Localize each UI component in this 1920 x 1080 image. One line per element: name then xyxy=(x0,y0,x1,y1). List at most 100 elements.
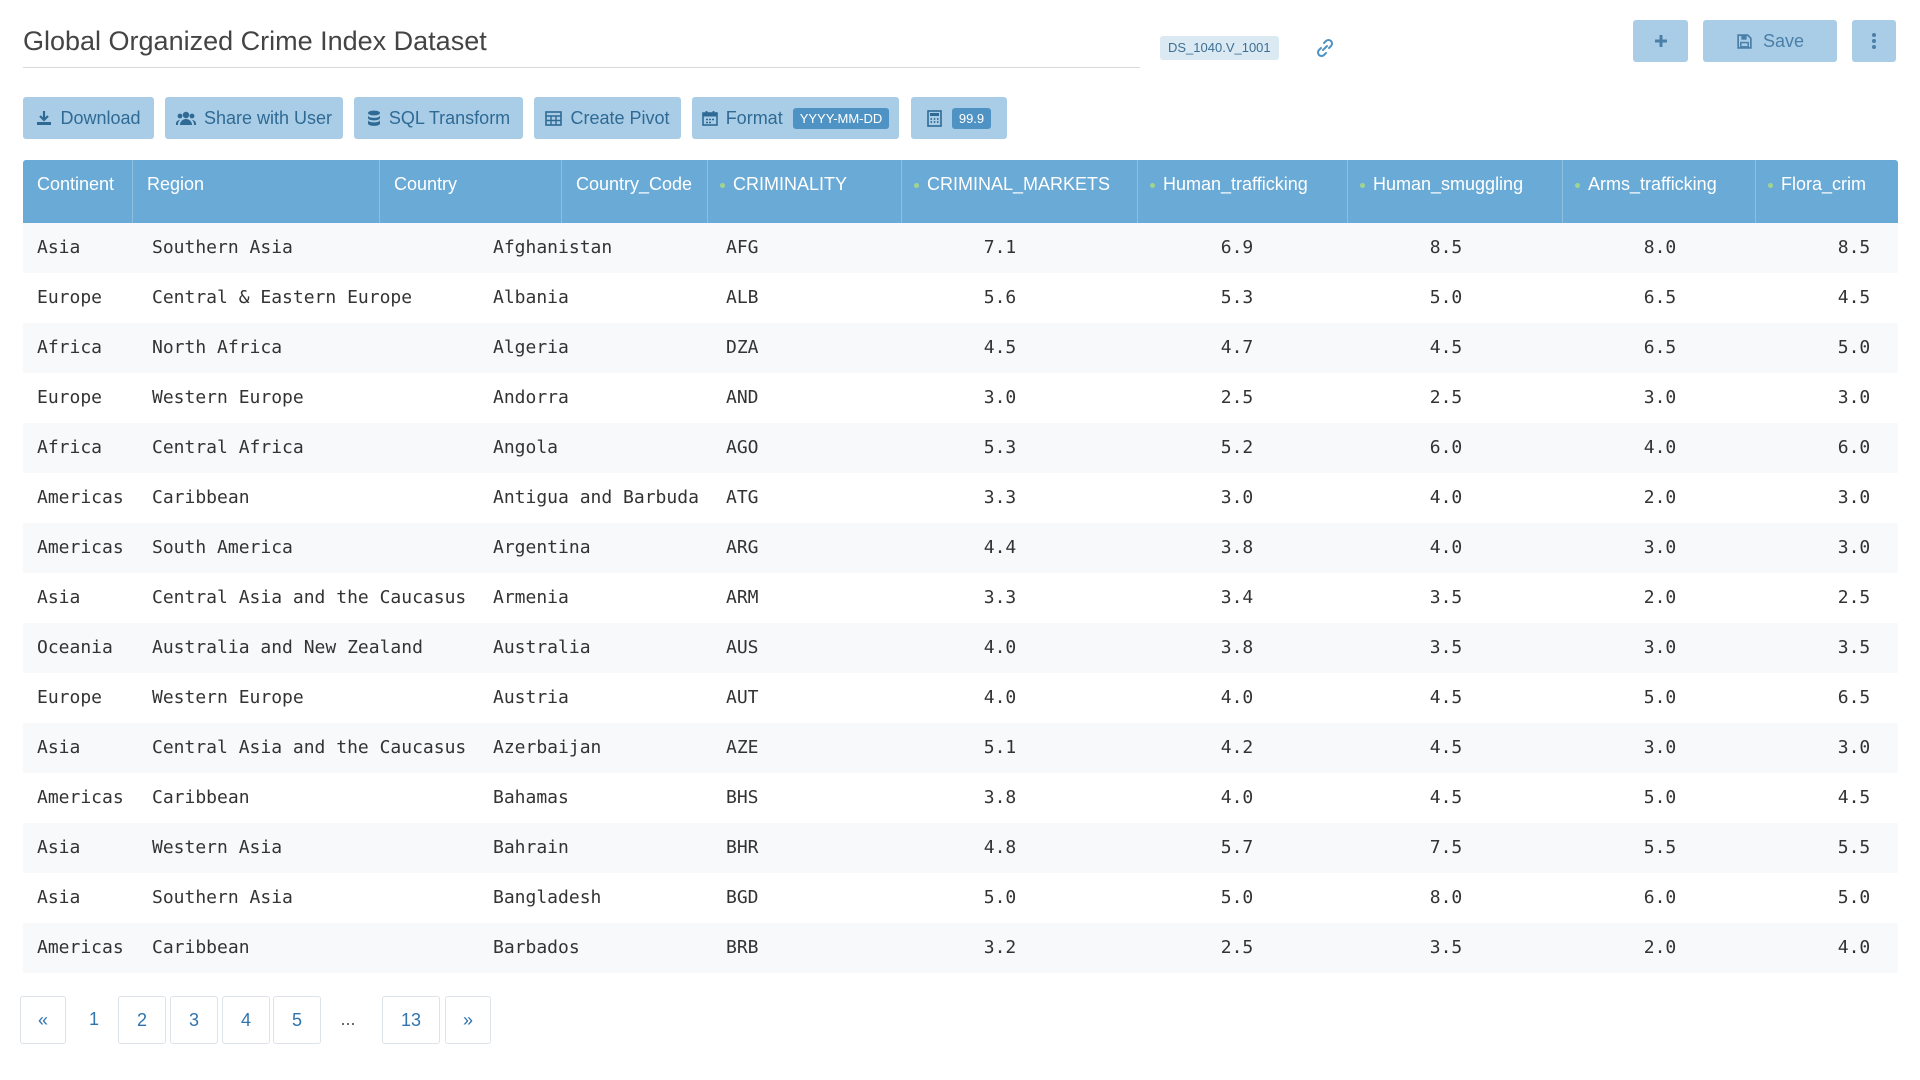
table-row[interactable]: Africa Central Africa Angola AGO 5.3 5.2 6.0 4.… xyxy=(23,423,1898,473)
table-cell: North Africa xyxy=(152,337,283,358)
table-cell: Europe xyxy=(37,287,103,308)
next-page-button[interactable]: » xyxy=(445,996,491,1044)
table-row[interactable]: Oceania Australia and New Zealand Australi… xyxy=(23,623,1898,673)
table-cell: 2.0 xyxy=(1643,937,1677,958)
table-cell: 3.5 xyxy=(1837,637,1871,658)
table-cell: 3.0 xyxy=(1643,637,1677,658)
table-cell: Algeria xyxy=(493,337,569,358)
save-button[interactable]: Save xyxy=(1703,20,1837,62)
table-cell: Caribbean xyxy=(152,937,250,958)
table-cell: 8.5 xyxy=(1429,237,1463,258)
page-title: Global Organized Crime Index Dataset xyxy=(23,26,487,56)
table-cell: Barbados xyxy=(493,937,580,958)
table-cell: ARG xyxy=(726,537,759,558)
table-row[interactable]: Europe Western Europe Andorra AND 3.0 2.5 2.5 3… xyxy=(23,373,1898,423)
table-cell: 3.0 xyxy=(1837,737,1871,758)
download-label: Download xyxy=(60,107,141,128)
table-cell: 6.0 xyxy=(1429,437,1463,458)
table-cell: Southern Asia xyxy=(152,237,293,258)
page-5-button[interactable]: 5 xyxy=(273,996,321,1044)
table-cell: 4.0 xyxy=(983,687,1017,708)
table-row[interactable]: Africa North Africa Algeria DZA 4.5 4.7 4.5 6.5… xyxy=(23,323,1898,373)
table-icon xyxy=(545,110,563,126)
share-with-user-button[interactable]: Share with User xyxy=(165,97,343,139)
table-cell: 4.0 xyxy=(1429,487,1463,508)
table-cell: 4.0 xyxy=(1429,537,1463,558)
table-cell: 5.0 xyxy=(1837,887,1871,908)
table-cell: 3.0 xyxy=(1643,737,1677,758)
sql-transform-button[interactable]: SQL Transform xyxy=(354,97,523,139)
column-header-region[interactable]: Region xyxy=(133,160,380,223)
table-cell: 5.0 xyxy=(1837,337,1871,358)
dataset-id-badge: DS_1040.V_1001 xyxy=(1160,36,1279,60)
table-cell: Americas xyxy=(37,937,124,958)
table-row[interactable]: Asia Southern Asia Afghanistan AFG 7.1 6.9 8.5… xyxy=(23,223,1898,273)
table-row[interactable]: Europe Central & Eastern Europe Albania ALB… xyxy=(23,273,1898,323)
page-1-button[interactable]: 1 xyxy=(71,996,117,1044)
table-cell: 4.5 xyxy=(1429,687,1463,708)
more-options-button[interactable] xyxy=(1852,20,1896,62)
table-cell: Asia xyxy=(37,837,81,858)
table-cell: Armenia xyxy=(493,587,569,608)
column-header-label: Human_smuggling xyxy=(1373,174,1524,194)
page-4-button[interactable]: 4 xyxy=(222,996,270,1044)
table-cell: AZE xyxy=(726,737,759,758)
column-header-human-smuggling[interactable]: Human_smuggling xyxy=(1348,160,1563,223)
add-button[interactable] xyxy=(1633,20,1688,62)
decimal-format-button[interactable]: 99.9 xyxy=(911,97,1007,139)
link-icon[interactable] xyxy=(1313,36,1337,60)
prev-page-button[interactable]: « xyxy=(20,996,66,1044)
table-cell: 3.2 xyxy=(983,937,1017,958)
table-row[interactable]: Americas Caribbean Barbados BRB 3.2 2.5 3.5 2.0… xyxy=(23,923,1898,973)
column-header-country-code[interactable]: Country_Code xyxy=(562,160,708,223)
table-cell: Europe xyxy=(37,687,103,708)
table-cell: 5.3 xyxy=(983,437,1017,458)
table-cell: 4.5 xyxy=(1429,737,1463,758)
table-cell: Africa xyxy=(37,337,103,358)
table-cell: 2.5 xyxy=(1837,587,1871,608)
sort-indicator-icon xyxy=(1360,182,1365,188)
page-13-button[interactable]: 13 xyxy=(382,996,440,1044)
column-header-label: Country xyxy=(394,174,458,194)
column-header-country[interactable]: Country xyxy=(380,160,562,223)
table-cell: 4.0 xyxy=(983,637,1017,658)
format-button[interactable]: Format YYYY-MM-DD xyxy=(692,97,899,139)
table-cell: AUS xyxy=(726,637,759,658)
vertical-ellipsis-icon xyxy=(1871,32,1877,50)
table-cell: Southern Asia xyxy=(152,887,293,908)
table-cell: 4.4 xyxy=(983,537,1017,558)
page-3-button[interactable]: 3 xyxy=(170,996,218,1044)
table-cell: Americas xyxy=(37,787,124,808)
column-header-continent[interactable]: Continent xyxy=(23,160,133,223)
table-cell: 7.5 xyxy=(1429,837,1463,858)
table-cell: Austria xyxy=(493,687,569,708)
table-cell: 4.2 xyxy=(1220,737,1254,758)
table-cell: 5.3 xyxy=(1220,287,1254,308)
table-row[interactable]: Americas South America Argentina ARG 4.4 3.8 4… xyxy=(23,523,1898,573)
column-header-label: Country_Code xyxy=(576,174,693,194)
create-pivot-button[interactable]: Create Pivot xyxy=(534,97,681,139)
table-row[interactable]: Americas Caribbean Bahamas BHS 3.8 4.0 4.5 5.0 4… xyxy=(23,773,1898,823)
table-row[interactable]: Asia Central Asia and the Caucasus Azerbai… xyxy=(23,723,1898,773)
column-header-criminality[interactable]: CRIMINALITY xyxy=(708,160,902,223)
table-cell: 3.8 xyxy=(1220,537,1254,558)
column-header-criminal-markets[interactable]: CRIMINAL_MARKETS xyxy=(902,160,1138,223)
download-button[interactable]: Download xyxy=(23,97,154,139)
table-cell: Asia xyxy=(37,887,81,908)
page-2-button[interactable]: 2 xyxy=(118,996,166,1044)
table-cell: 2.5 xyxy=(1220,937,1254,958)
column-header-flora-crim[interactable]: Flora_crim xyxy=(1756,160,1898,223)
column-header-arms-trafficking[interactable]: Arms_trafficking xyxy=(1563,160,1756,223)
table-row[interactable]: Americas Caribbean Antigua and Barbuda ATG 3… xyxy=(23,473,1898,523)
table-cell: 3.3 xyxy=(983,487,1017,508)
table-row[interactable]: Asia Southern Asia Bangladesh BGD 5.0 5.0 8.0 6… xyxy=(23,873,1898,923)
table-row[interactable]: Asia Central Asia and the Caucasus Armenia… xyxy=(23,573,1898,623)
table-cell: 8.5 xyxy=(1837,237,1871,258)
table-cell: 5.0 xyxy=(1643,687,1677,708)
table-row[interactable]: Asia Western Asia Bahrain BHR 4.8 5.7 7.5 5.5 5.… xyxy=(23,823,1898,873)
column-header-human-trafficking[interactable]: Human_trafficking xyxy=(1138,160,1348,223)
table-row[interactable]: Europe Western Europe Austria AUT 4.0 4.0 4.5 5… xyxy=(23,673,1898,723)
table-cell: 3.0 xyxy=(1837,537,1871,558)
table-cell: Azerbaijan xyxy=(493,737,602,758)
title-field[interactable]: Global Organized Crime Index Dataset xyxy=(23,18,1140,68)
